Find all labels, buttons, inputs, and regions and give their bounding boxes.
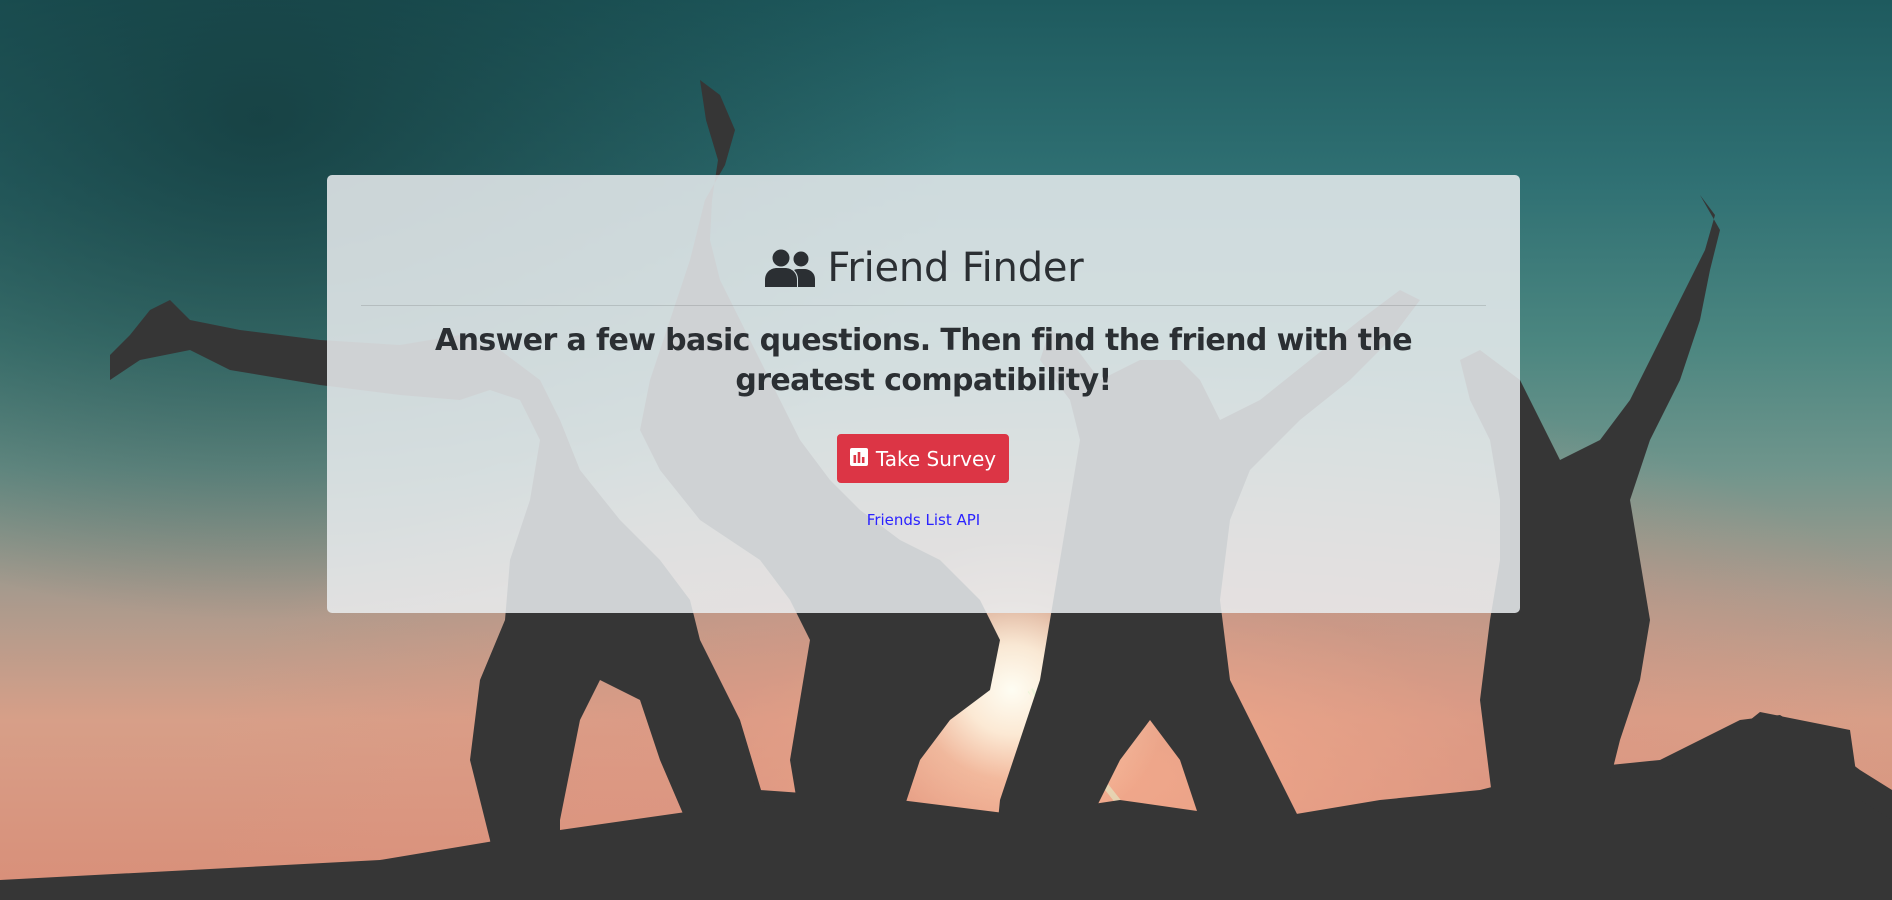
page-title-text: Friend Finder [827, 245, 1084, 291]
users-icon [763, 249, 817, 287]
friends-list-api-link[interactable]: Friends List API [867, 511, 980, 529]
jumbotron-card: Friend Finder Answer a few basic questio… [327, 175, 1520, 613]
take-survey-button[interactable]: Take Survey [837, 434, 1009, 483]
bar-chart-icon [849, 447, 868, 471]
divider [361, 305, 1486, 306]
friends-list-api-link-row: Friends List API [327, 511, 1520, 529]
page-title: Friend Finder [327, 243, 1520, 293]
lead-text: Answer a few basic questions. Then find … [435, 323, 1413, 398]
take-survey-label: Take Survey [875, 446, 997, 471]
